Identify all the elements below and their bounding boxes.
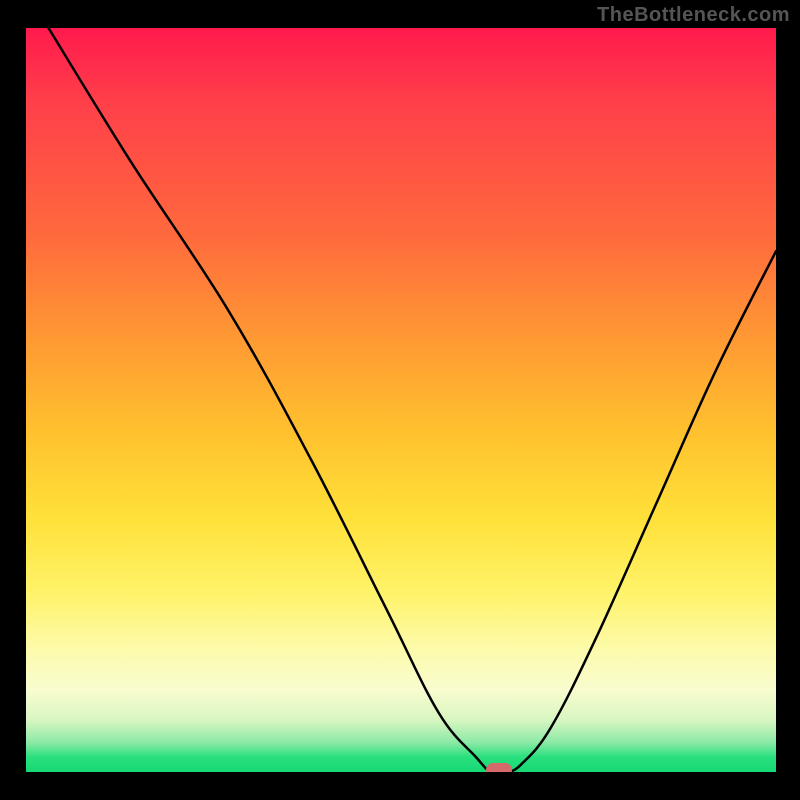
bottleneck-curve bbox=[26, 28, 776, 772]
plot-area bbox=[26, 28, 776, 772]
optimal-marker bbox=[486, 763, 512, 772]
chart-frame: TheBottleneck.com bbox=[0, 0, 800, 800]
watermark-text: TheBottleneck.com bbox=[597, 4, 790, 27]
